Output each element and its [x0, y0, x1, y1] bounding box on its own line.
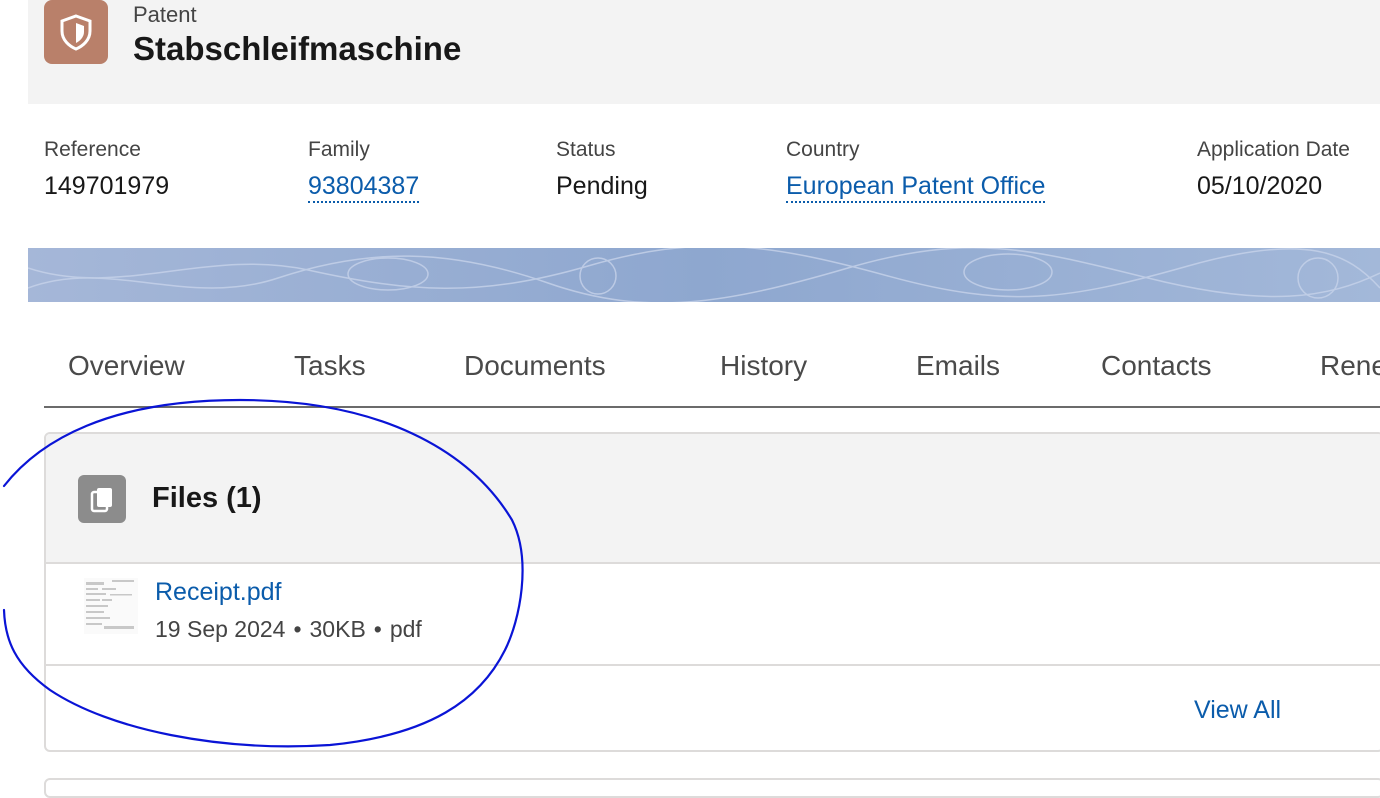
tab-history[interactable]: History	[720, 350, 807, 382]
field-label: Family	[308, 138, 370, 161]
file-meta: 19 Sep 2024 • 30KB • pdf	[155, 616, 422, 643]
field-country: Country European Patent Office	[786, 138, 1046, 203]
file-type: pdf	[389, 616, 422, 642]
next-card	[44, 778, 1380, 798]
view-all-link[interactable]: View All	[1194, 696, 1281, 725]
tab-renewals[interactable]: Rene	[1320, 350, 1380, 382]
decorative-banner	[28, 248, 1380, 302]
country-link[interactable]: European Patent Office	[786, 172, 1046, 203]
tab-bar: Overview Tasks Documents History Emails …	[44, 338, 1380, 408]
files-icon	[78, 475, 126, 523]
meta-separator: •	[293, 616, 302, 642]
family-link[interactable]: 93804387	[308, 172, 420, 203]
tab-documents[interactable]: Documents	[464, 350, 606, 382]
field-status: Status Pending	[556, 138, 648, 201]
tab-emails[interactable]: Emails	[916, 350, 1000, 382]
files-card-header: Files (1)	[46, 434, 1380, 564]
field-label: Application Date	[1197, 138, 1350, 161]
files-card-title: Files (1)	[152, 482, 262, 514]
files-card: Files (1) Receipt.pdf 19 Sep 2024 • 30KB • p…	[44, 432, 1380, 752]
meta-separator: •	[373, 616, 382, 642]
page-title: Stabschleifmaschine	[133, 30, 462, 67]
field-label: Reference	[44, 138, 141, 161]
patent-shield-icon	[44, 0, 108, 64]
field-label: Country	[786, 138, 860, 161]
field-family: Family 93804387	[308, 138, 420, 203]
field-value: 05/10/2020	[1197, 172, 1323, 200]
file-row[interactable]: Receipt.pdf 19 Sep 2024 • 30KB • pdf	[46, 564, 1380, 666]
record-type: Patent	[133, 2, 197, 27]
tab-contacts[interactable]: Contacts	[1101, 350, 1212, 382]
file-size: 30KB	[309, 616, 366, 642]
file-date: 19 Sep 2024	[155, 616, 286, 642]
file-name-link[interactable]: Receipt.pdf	[155, 578, 281, 607]
field-application-date: Application Date 05/10/2020	[1197, 138, 1350, 201]
tab-overview[interactable]: Overview	[68, 350, 185, 382]
tab-tasks[interactable]: Tasks	[294, 350, 366, 382]
field-value: Pending	[556, 172, 648, 200]
field-label: Status	[556, 138, 616, 161]
pdf-thumbnail-icon[interactable]	[84, 578, 138, 634]
field-reference: Reference 149701979	[44, 138, 169, 201]
field-value: 149701979	[44, 172, 170, 200]
